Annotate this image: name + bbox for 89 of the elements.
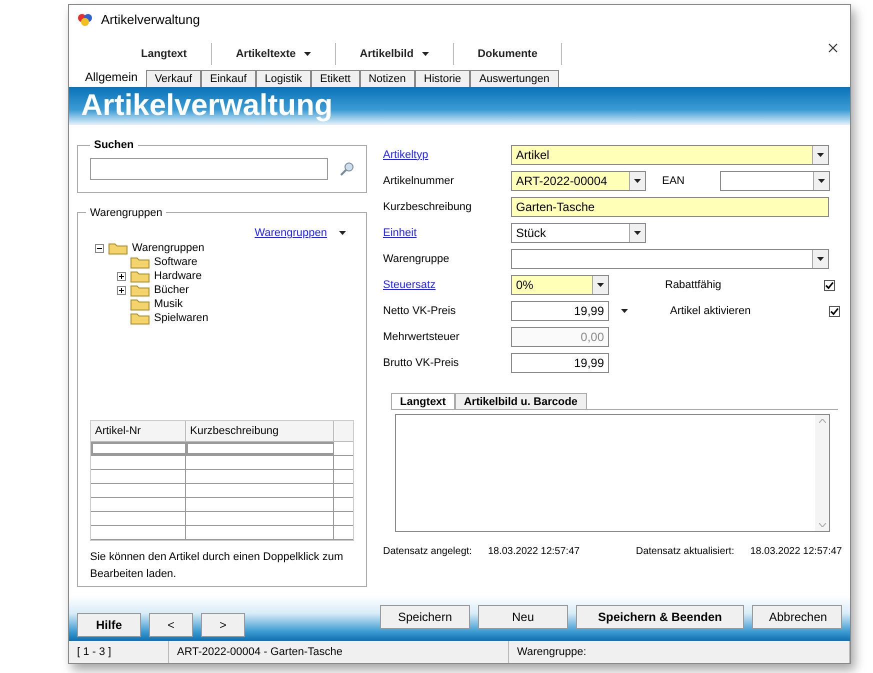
nav-button[interactable]: > bbox=[201, 613, 245, 637]
caret-icon bbox=[422, 52, 429, 56]
tab[interactable]: Historie bbox=[414, 70, 470, 87]
nav-button[interactable]: Hilfe bbox=[77, 613, 141, 637]
caret-icon bbox=[621, 309, 628, 313]
combo-box[interactable]: 0% bbox=[511, 275, 609, 295]
tree-item[interactable]: Warengruppen bbox=[132, 240, 204, 257]
checkbox[interactable] bbox=[829, 306, 840, 316]
tree-item[interactable]: Hardware bbox=[154, 268, 202, 285]
field-label: Kurzbeschreibung bbox=[383, 200, 473, 215]
combo-box[interactable]: Stück bbox=[511, 223, 646, 243]
created-label: Datensatz angelegt: bbox=[383, 545, 472, 559]
dropdown-button[interactable] bbox=[629, 172, 645, 190]
checkbox-label: Rabattfähig bbox=[665, 278, 722, 293]
field-link[interactable]: Artikeltyp bbox=[383, 146, 511, 164]
tab[interactable]: Einkauf bbox=[201, 70, 256, 87]
caret-icon bbox=[634, 231, 641, 235]
folder-icon bbox=[130, 284, 150, 297]
combo-box[interactable]: ART-2022-00004 bbox=[511, 171, 646, 191]
panel-title: Warengruppen bbox=[89, 206, 164, 220]
caret-icon bbox=[597, 283, 604, 287]
panel-title: Suchen bbox=[93, 138, 135, 153]
table-cell[interactable] bbox=[186, 442, 334, 455]
expand-icon[interactable] bbox=[116, 272, 126, 281]
tree-item[interactable]: Spielwaren bbox=[154, 310, 208, 327]
updated-label: Datensatz aktualisiert: bbox=[636, 545, 734, 559]
header-title: Artikelverwaltung bbox=[81, 91, 333, 121]
field-link[interactable]: Steuersatz bbox=[383, 276, 511, 294]
tab[interactable]: Artikelbild u. Barcode bbox=[454, 393, 587, 409]
nav-button[interactable]: < bbox=[149, 613, 193, 637]
action-button[interactable]: Abbrechen bbox=[752, 605, 842, 629]
dropdown-button[interactable] bbox=[812, 146, 828, 164]
table-cell[interactable] bbox=[91, 442, 186, 455]
close-icon[interactable] bbox=[828, 43, 838, 53]
field-label: Netto VK-Preis bbox=[383, 304, 457, 319]
caret-icon bbox=[817, 257, 824, 261]
expand-icon[interactable] bbox=[116, 286, 126, 295]
input-field[interactable]: Garten-Tasche bbox=[511, 197, 829, 217]
tree-item[interactable]: Musik bbox=[154, 296, 183, 313]
field-link[interactable]: Einheit bbox=[383, 224, 511, 242]
combo-box[interactable]: Artikel bbox=[511, 145, 829, 165]
tree-item[interactable]: Software bbox=[154, 254, 198, 271]
dropdown-button[interactable] bbox=[592, 276, 608, 294]
folder-icon bbox=[130, 270, 150, 283]
tab[interactable]: Notizen bbox=[360, 70, 415, 87]
action-button[interactable]: Neu bbox=[478, 605, 568, 629]
search-icon[interactable] bbox=[340, 162, 354, 176]
group-link[interactable]: Warengruppen bbox=[254, 225, 327, 242]
input-field[interactable]: 19,99 bbox=[511, 301, 609, 321]
caret-icon bbox=[817, 153, 824, 157]
folder-icon bbox=[130, 256, 150, 269]
status-text: Warengruppe: bbox=[509, 641, 850, 663]
field-label: Artikelnummer bbox=[383, 174, 455, 189]
collapse-icon[interactable] bbox=[94, 244, 104, 253]
status-text: ART-2022-00004 - Garten-Tasche bbox=[169, 641, 509, 663]
column-header[interactable]: Artikel-Nr bbox=[91, 420, 186, 441]
action-button[interactable]: Speichern bbox=[380, 605, 470, 629]
caret-icon bbox=[634, 179, 641, 183]
field-label: Warengruppe bbox=[383, 252, 450, 267]
field-label: Brutto VK-Preis bbox=[383, 356, 460, 371]
app-logo-icon bbox=[77, 13, 93, 27]
tab[interactable]: Etikett bbox=[311, 70, 360, 87]
dropdown-button[interactable] bbox=[813, 172, 829, 190]
tab[interactable]: Langtext bbox=[391, 393, 455, 409]
field-label: Mehrwertsteuer bbox=[383, 330, 460, 345]
input-field[interactable]: 19,99 bbox=[511, 353, 609, 373]
caret-icon bbox=[818, 179, 825, 183]
dropdown-button[interactable] bbox=[812, 250, 828, 268]
tab[interactable]: Auswertungen bbox=[470, 70, 559, 87]
search-field[interactable] bbox=[90, 158, 328, 180]
folder-icon bbox=[130, 298, 150, 311]
tab[interactable]: Logistik bbox=[256, 70, 312, 87]
folder-icon bbox=[130, 312, 150, 325]
window-title: Artikelverwaltung bbox=[101, 11, 200, 30]
column-header[interactable]: Kurzbeschreibung bbox=[186, 420, 334, 441]
field-label: EAN bbox=[662, 174, 686, 189]
tree-item[interactable]: Bücher bbox=[154, 282, 189, 299]
updated-value: 18.03.2022 12:57:47 bbox=[750, 545, 842, 559]
folder-icon bbox=[108, 242, 128, 255]
status-text: [ 1 - 3 ] bbox=[69, 641, 169, 663]
action-button[interactable]: Speichern & Beenden bbox=[576, 605, 744, 629]
checkbox-label: Artikel aktivieren bbox=[670, 304, 751, 319]
caret-icon bbox=[304, 52, 311, 56]
caret-icon bbox=[339, 231, 346, 236]
created-value: 18.03.2022 12:57:47 bbox=[488, 545, 580, 559]
hint-text: Sie können den Artikel durch einen Doppelklick zum Bearbeiten laden. bbox=[89, 550, 344, 582]
tab[interactable]: Verkauf bbox=[146, 70, 202, 87]
dropdown-button[interactable] bbox=[629, 224, 645, 242]
checkbox[interactable] bbox=[824, 280, 835, 290]
